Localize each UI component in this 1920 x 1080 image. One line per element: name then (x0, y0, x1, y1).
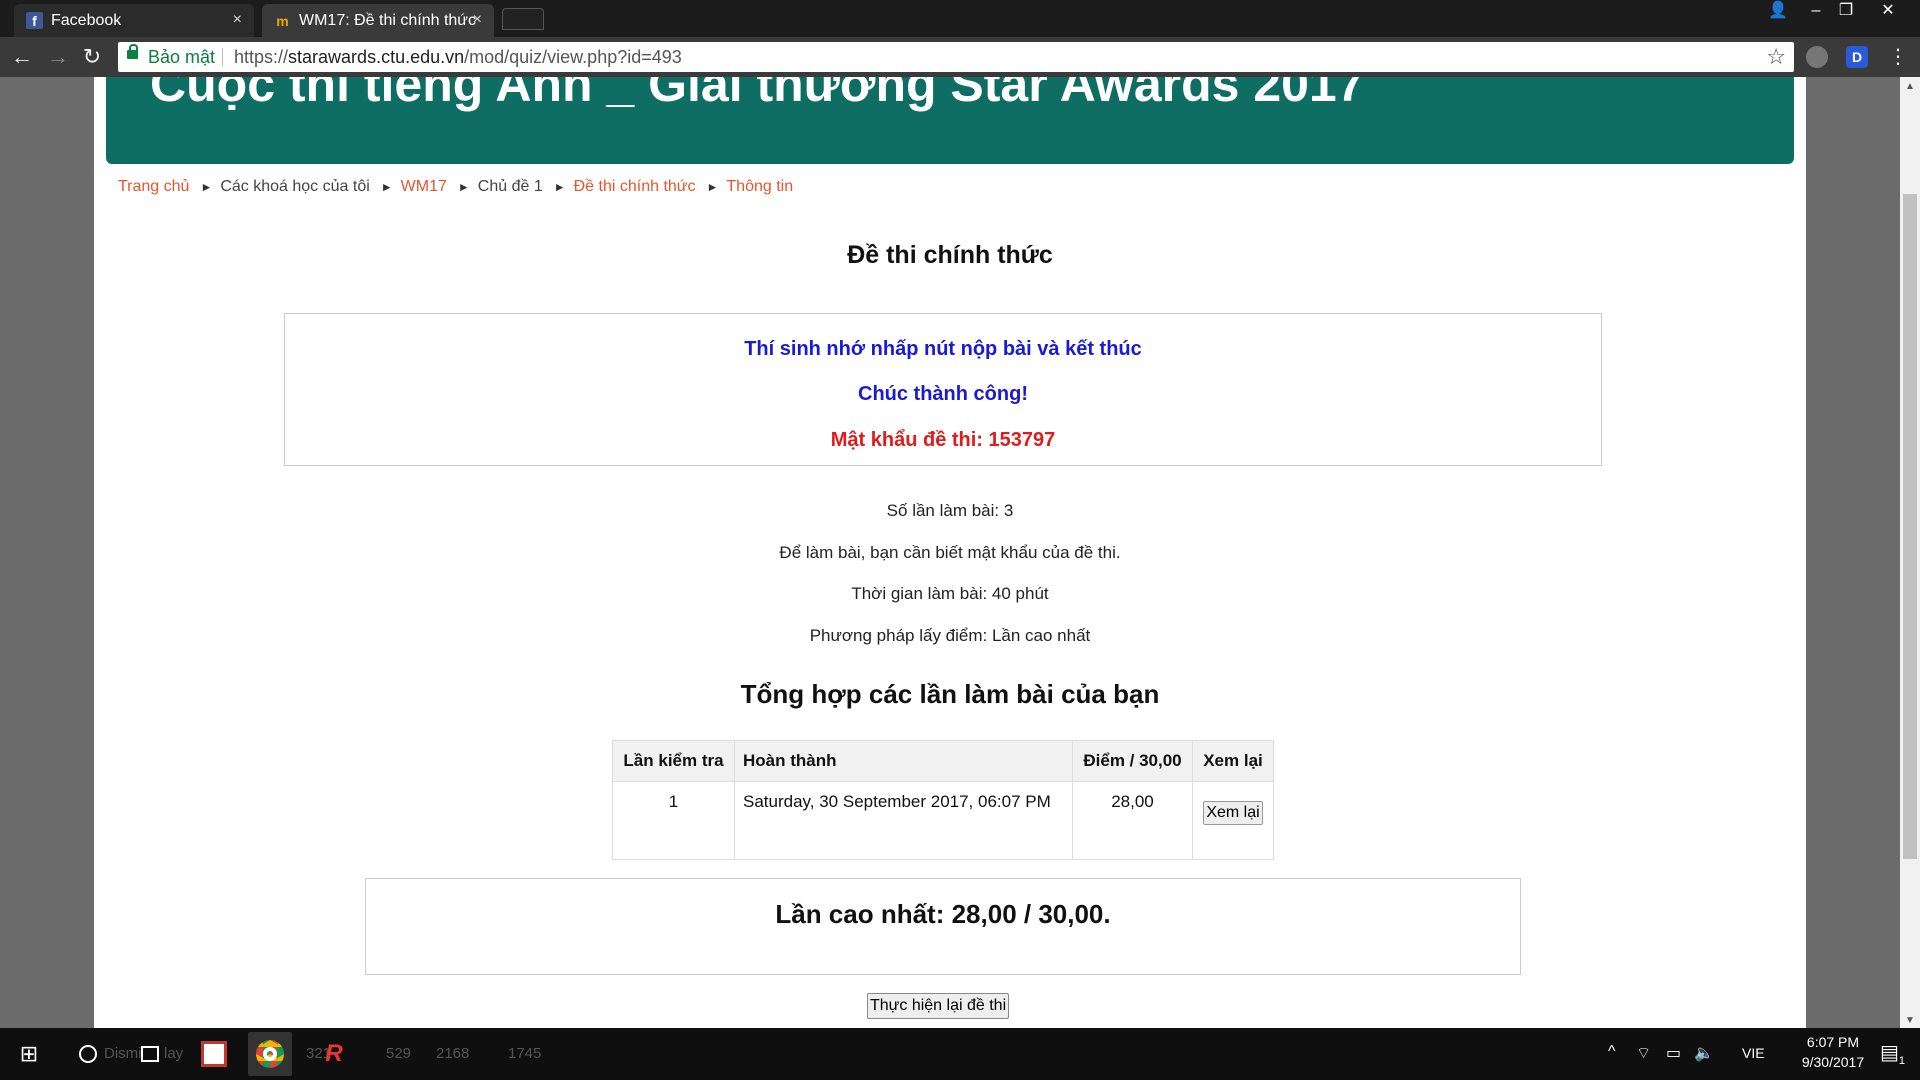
review-button[interactable]: Xem lại (1203, 801, 1263, 825)
taskbar-ghost-label: 2168 (436, 1045, 470, 1062)
attempt-number: 1 (612, 781, 735, 860)
lock-icon (127, 44, 138, 59)
attempts-allowed: Số lần làm bài: 3 (886, 501, 1014, 520)
notice-submit-reminder: Thí sinh nhớ nhấp nút nộp bài và kết thú… (744, 338, 1142, 360)
time-limit: Thời gian làm bài: 40 phút (851, 584, 1049, 603)
system-tray: ^ ⌔ ▭ 🔈 VIE 6:07 PM 9/30/2017 ▤1 (1590, 1028, 1920, 1080)
password-required-note: Để làm bài, bạn cần biết mật khẩu của đề… (779, 543, 1121, 562)
table-row: 1 Saturday, 30 September 2017, 06:07 PM … (612, 781, 1274, 860)
attempt-grade: 28,00 (1072, 781, 1193, 860)
attempts-table: Lần kiểm tra Hoàn thành Điểm / 30,00 Xem… (612, 740, 1274, 860)
tab-title: WM17: Đề thi chính thức (299, 11, 476, 29)
back-icon[interactable]: ← (8, 43, 36, 71)
notice-good-luck: Chúc thành công! (858, 383, 1028, 405)
scroll-down-icon[interactable]: ▼ (1905, 1015, 1915, 1026)
menu-icon[interactable]: ⋮ (1884, 43, 1912, 71)
taskbar-ghost-label: 1745 (508, 1045, 542, 1062)
breadcrumb: Trang chủ ► Các khoá học của tôi ► WM17 ► Chủ … (118, 178, 793, 196)
task-view-icon[interactable] (136, 1028, 164, 1080)
extension-d-icon[interactable]: D (1846, 46, 1868, 68)
chrome-icon[interactable] (248, 1032, 292, 1076)
bookmark-star-icon[interactable]: ☆ (1766, 42, 1786, 72)
close-tab-icon[interactable]: × (473, 11, 482, 29)
attempts-summary-heading: Tổng hợp các lần làm bài của bạn (740, 679, 1160, 709)
breadcrumb-my-courses: Các khoá học của tôi (220, 178, 370, 195)
column-header-review: Xem lại (1192, 740, 1274, 782)
profile-icon[interactable]: 👤 (1758, 0, 1798, 24)
best-grade-box: Lần cao nhất: 28,00 / 30,00. (365, 878, 1521, 975)
quiz-title: Đề thi chính thức (847, 241, 1053, 269)
review-cell: Xem lại (1192, 781, 1274, 860)
clock-time[interactable]: 6:07 PM (1800, 1034, 1866, 1050)
notice-password: Mật khẩu đề thi: 153797 (830, 429, 1056, 451)
breadcrumb-wm17[interactable]: WM17 (401, 178, 447, 195)
breadcrumb-topic: Chủ đề 1 (477, 178, 543, 195)
facebook-icon: f (26, 12, 43, 29)
taskbar-ghost-label: 529 (386, 1045, 412, 1062)
reload-icon[interactable]: ↻ (78, 43, 106, 71)
notification-center-icon[interactable]: ▤1 (1880, 1040, 1905, 1067)
page-content: Cuộc thi tiếng Anh _ Giải thưởng Star Aw… (94, 77, 1806, 1028)
grading-method: Phương pháp lấy điểm: Lần cao nhất (809, 626, 1091, 645)
address-bar[interactable]: Bảo mật https://starawards.ctu.edu.vn/mo… (118, 42, 1794, 72)
close-tab-icon[interactable]: × (233, 11, 242, 29)
site-banner: Cuộc thi tiếng Anh _ Giải thưởng Star Aw… (106, 77, 1794, 164)
best-grade-text: Lần cao nhất: 28,00 / 30,00. (775, 899, 1111, 929)
breadcrumb-info[interactable]: Thông tin (726, 178, 793, 195)
clock-date[interactable]: 9/30/2017 (1800, 1054, 1866, 1070)
scrollbar-thumb[interactable] (1903, 194, 1917, 859)
site-title: Cuộc thi tiếng Anh _ Giải thưởng Star Aw… (150, 77, 1365, 112)
show-hidden-icons-icon[interactable]: ^ (1608, 1043, 1616, 1061)
tab-strip: f Facebook × m WM17: Đề thi chính thức ×… (0, 0, 1920, 37)
secure-label: Bảo mật (148, 47, 216, 67)
browser-toolbar: ← → ↻ Bảo mật https://starawards.ctu.edu… (0, 37, 1920, 77)
volume-icon[interactable]: 🔈 (1694, 1043, 1714, 1063)
page-viewport: Cuộc thi tiếng Anh _ Giải thưởng Star Aw… (0, 77, 1900, 1028)
windows-taskbar: ⊞ Dismi lay 321 R 529 2168 1745 ^ ⌔ ▭ 🔈 … (0, 1028, 1920, 1080)
vertical-scrollbar[interactable]: ▲ ▼ (1900, 77, 1920, 1028)
taskbar-ghost-label: lay (164, 1045, 184, 1062)
cortana-icon[interactable] (74, 1028, 102, 1080)
moodle-icon: m (276, 12, 289, 29)
game-app-icon[interactable]: R (312, 1032, 356, 1076)
breadcrumb-home[interactable]: Trang chủ (118, 178, 189, 195)
column-header-grade: Điểm / 30,00 (1072, 740, 1193, 782)
divider (222, 48, 223, 66)
battery-icon[interactable]: ▭ (1666, 1043, 1681, 1063)
completed-date: Saturday, 30 September 2017, 06:07 PM (734, 781, 1073, 860)
breadcrumb-separator: ► (457, 180, 470, 194)
quiz-intro-box: Thí sinh nhớ nhấp nút nộp bài và kết thú… (284, 313, 1602, 466)
tab-title: Facebook (51, 11, 122, 29)
extension-icon[interactable] (1806, 46, 1828, 68)
scroll-up-icon[interactable]: ▲ (1905, 81, 1915, 92)
table-header-row: Lần kiểm tra Hoàn thành Điểm / 30,00 Xem… (612, 740, 1274, 782)
breadcrumb-separator: ► (553, 180, 566, 194)
forward-icon[interactable]: → (44, 43, 72, 71)
language-indicator[interactable]: VIE (1742, 1045, 1765, 1061)
taskbar-app-icon[interactable] (192, 1032, 236, 1076)
column-header-attempt: Lần kiểm tra (612, 740, 735, 782)
restore-button[interactable]: ❐ (1826, 0, 1866, 24)
new-tab-button[interactable] (502, 8, 544, 30)
close-window-button[interactable]: ✕ (1868, 0, 1908, 24)
breadcrumb-quiz[interactable]: Đề thi chính thức (574, 178, 696, 195)
column-header-completed: Hoàn thành (734, 740, 1073, 782)
breadcrumb-separator: ► (706, 180, 719, 194)
windows-start-icon[interactable]: ⊞ (0, 1028, 58, 1080)
reattempt-quiz-button[interactable]: Thực hiện lại đề thi (867, 993, 1010, 1019)
wifi-icon[interactable]: ⌔ (1636, 1043, 1651, 1063)
tab-facebook[interactable]: f Facebook × (14, 4, 254, 37)
breadcrumb-separator: ► (200, 180, 213, 194)
breadcrumb-separator: ► (380, 180, 393, 194)
tab-quiz[interactable]: m WM17: Đề thi chính thức × (262, 4, 494, 37)
url-text[interactable]: https://starawards.ctu.edu.vn/mod/quiz/v… (234, 42, 682, 72)
notification-count: 1 (1898, 1055, 1906, 1067)
